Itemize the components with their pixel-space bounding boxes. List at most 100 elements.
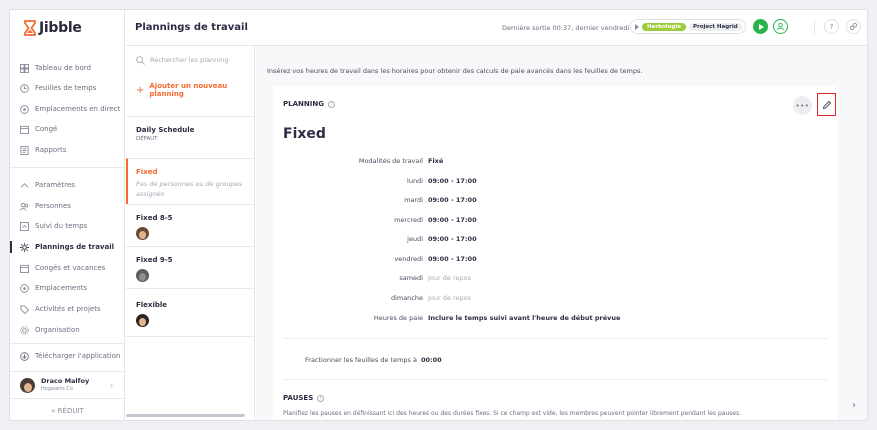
user-status-button[interactable] [773,19,788,34]
detail-value: 09:00 - 17:00 [428,216,477,224]
avatar [136,227,149,240]
divider [283,379,828,380]
user-name: Draco Malfoy [41,377,90,385]
sidebar-item-label: Personnes [35,202,71,210]
sidebar-item-timesheets[interactable]: Feuilles de temps [10,79,125,97]
sidebar-item-reports[interactable]: Rapports [10,141,125,159]
sidebar-item-live-locations[interactable]: Emplacements en direct [10,100,125,118]
sidebar-item-time-tracking[interactable]: Suivi du temps [10,217,125,235]
sidebar-item-work-schedules[interactable]: Plannings de travail [10,238,125,256]
dashboard-icon [20,63,29,73]
detail-row: mercredi 09:00 - 17:00 [273,216,838,228]
people-icon [20,202,29,211]
hourglass-logo-icon [24,20,36,36]
detail-row: vendredi 09:00 - 17:00 [273,255,838,267]
download-icon [20,351,29,361]
sidebar-item-activities[interactable]: Activités et projets [10,300,125,318]
sidebar-item-settings[interactable]: Paramètres [10,176,125,194]
detail-label: vendredi [394,255,423,263]
sidebar-item-leave[interactable]: Congé [10,120,125,138]
collapse-sidebar-button[interactable]: « RÉDUIT [10,399,125,420]
plus-icon: + [136,84,145,96]
schedule-card: PLANNING i ••• Fixed Modalités de travai… [273,86,838,420]
detail-value: 09:00 - 17:00 [428,196,477,204]
schedule-list: Rechercher les planning + Ajouter un nou… [126,46,255,420]
list-item[interactable]: Flexible [126,288,255,336]
add-schedule-button[interactable]: + Ajouter un nouveau planning [126,82,255,98]
calendar-icon [20,125,29,134]
list-item-selected[interactable]: Fixed Pas de personnes ou de groupes ass… [126,158,255,204]
chevron-right-icon[interactable]: › [852,400,856,411]
detail-value: Fixé [428,157,444,165]
detail-value: Jour de repos [428,274,471,282]
sun-icon [20,242,29,252]
detail-row: dimanche Jour de repos [273,294,838,306]
sidebar-item-organisation[interactable]: Organisation [10,321,125,339]
divider [10,167,125,168]
breaks-description: Planifiez les pauses en définissant ici … [283,410,742,417]
chevron-up-icon [20,181,29,190]
detail-row: mardi 09:00 - 17:00 [273,196,838,208]
list-item[interactable]: Daily Schedule DÉFAUT [126,116,255,158]
location-icon [20,104,29,114]
brand-logo[interactable]: Jibble [23,18,82,38]
detail-value: 09:00 - 17:00 [428,235,477,243]
sidebar-item-label: Congé [35,125,58,133]
location-icon [20,283,29,293]
main-content: Insérez vos heures de travail dans les h… [256,46,867,420]
avatar [136,269,149,282]
divider [10,343,125,344]
more-options-button[interactable]: ••• [793,96,812,115]
sidebar-item-label: Activités et projets [35,305,101,313]
user-profile[interactable]: Draco Malfoy Hogwarts Co › [10,371,125,399]
detail-value: Inclure le temps suivi avant l'heure de … [428,314,621,322]
detail-label: mercredi [394,216,423,224]
help-icon: ? [830,22,834,31]
schedule-name: Fixed 9-5 [136,256,173,264]
avatar [136,314,149,327]
sidebar-item-people[interactable]: Personnes [10,197,125,215]
detail-row: jeudi 09:00 - 17:00 [273,235,838,247]
sidebar: Jibble Tableau de bord Feuilles de temps… [10,10,125,420]
activity-tag: Herbologie [642,22,686,31]
clock-in-button[interactable] [753,19,768,34]
divider [814,20,815,34]
info-icon[interactable]: i [327,100,335,108]
search-icon [136,55,145,65]
horizontal-scrollbar[interactable] [126,414,245,417]
list-item[interactable]: Fixed 8-5 [126,204,255,246]
sidebar-item-holidays[interactable]: Congés et vacances [10,259,125,277]
schedule-name: Fixed [136,168,158,176]
sidebar-item-label: Emplacements en direct [35,105,121,113]
svg-text:?: ? [830,22,834,31]
search-input[interactable]: Rechercher les planning [126,46,255,74]
detail-label: Modalités de travail [358,157,423,165]
clock-icon [20,83,29,93]
sidebar-item-locations[interactable]: Emplacements [10,279,125,297]
tag-icon [20,304,29,314]
info-icon[interactable]: i [317,394,325,402]
link-icon [849,22,858,31]
play-icon [635,23,639,30]
user-org: Hogwarts Co [41,386,73,392]
split-value: 00:00 [420,356,442,364]
sidebar-item-dashboard[interactable]: Tableau de bord [10,59,125,77]
sidebar-item-label: Emplacements [35,284,88,292]
breaks-header: PAUSES i [283,394,325,402]
schedule-name: Flexible [136,301,168,309]
timer-widget[interactable]: Herbologie Project Hagrid [630,19,746,34]
more-icon: ••• [795,101,810,110]
schedule-name: Daily Schedule [136,126,195,134]
header: Plannings de travail Dernière sortie 00:… [126,10,867,46]
edit-button[interactable] [817,93,836,116]
help-button[interactable]: ? [824,19,839,34]
brand-name: Jibble [39,20,82,36]
split-label: Fractionner les feuilles de temps à [305,356,417,364]
time-tracking-icon [20,221,29,231]
download-app-button[interactable]: Télécharger l'application [10,347,125,365]
sidebar-item-label: Suivi du temps [35,222,88,230]
user-icon [776,22,785,31]
integrations-button[interactable] [846,19,861,34]
sidebar-item-label: Rapports [35,146,67,154]
list-item[interactable]: Fixed 9-5 [126,246,255,288]
